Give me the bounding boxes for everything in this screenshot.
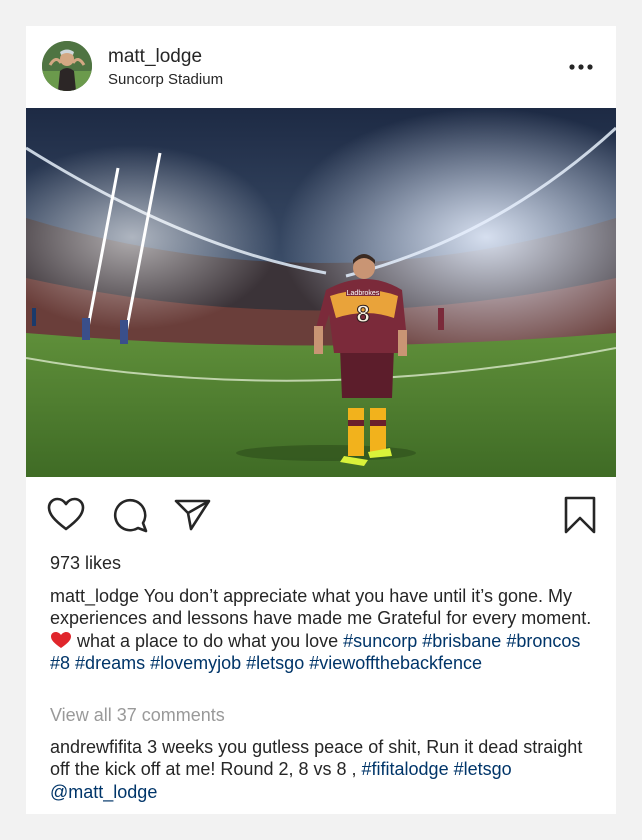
post-caption: matt_lodge You don’t appreciate what you… <box>50 585 595 674</box>
paper-plane-icon[interactable] <box>172 495 212 535</box>
hashtag-broncos[interactable]: #broncos <box>506 631 580 651</box>
bookmark-icon[interactable] <box>560 495 600 535</box>
heart-icon[interactable] <box>46 495 86 535</box>
post-username[interactable]: matt_lodge <box>108 46 202 68</box>
hashtag-suncorp[interactable]: #suncorp <box>343 631 417 651</box>
comment-item: andrewfifita 3 weeks you gutless peace o… <box>50 736 595 803</box>
caption-username[interactable]: matt_lodge <box>50 586 139 606</box>
hashtag-brisbane[interactable]: #brisbane <box>422 631 501 651</box>
caption-text-2: what a place to do what you love <box>72 630 344 651</box>
comment-username[interactable]: andrewfifita <box>50 737 142 757</box>
avatar[interactable] <box>42 41 92 91</box>
likes-count[interactable]: 973 likes <box>50 553 121 574</box>
more-options-icon[interactable] <box>568 54 594 80</box>
view-all-comments-link[interactable]: View all 37 comments <box>50 705 225 726</box>
comment-bubble-icon[interactable] <box>110 495 150 535</box>
hashtag-lovemyjob[interactable]: #lovemyjob <box>150 653 241 673</box>
instagram-post-card: matt_lodge Suncorp Stadium Ladbrokes 8 9… <box>26 26 616 814</box>
hashtag-letsgo-comment[interactable]: #letsgo <box>454 759 512 779</box>
jersey-sponsor: Ladbrokes <box>347 290 380 297</box>
hashtag-dreams[interactable]: #dreams <box>75 653 145 673</box>
jersey-number: 8 <box>356 301 369 328</box>
mention-matt-lodge[interactable]: @matt_lodge <box>50 782 157 802</box>
hashtag-viewofftheback­fence[interactable]: #viewofftheback­fence <box>309 653 482 673</box>
post-photo[interactable]: Ladbrokes 8 <box>26 108 616 477</box>
post-location[interactable]: Suncorp Stadium <box>108 71 223 88</box>
post-header: matt_lodge Suncorp Stadium <box>26 26 616 108</box>
post-actions <box>26 477 616 547</box>
hashtag-fifitalodge[interactable]: #fifitalodge <box>362 759 449 779</box>
hashtag-8[interactable]: #8 <box>50 653 70 673</box>
red-heart-emoji <box>50 631 72 649</box>
hashtag-letsgo[interactable]: #letsgo <box>246 653 304 673</box>
